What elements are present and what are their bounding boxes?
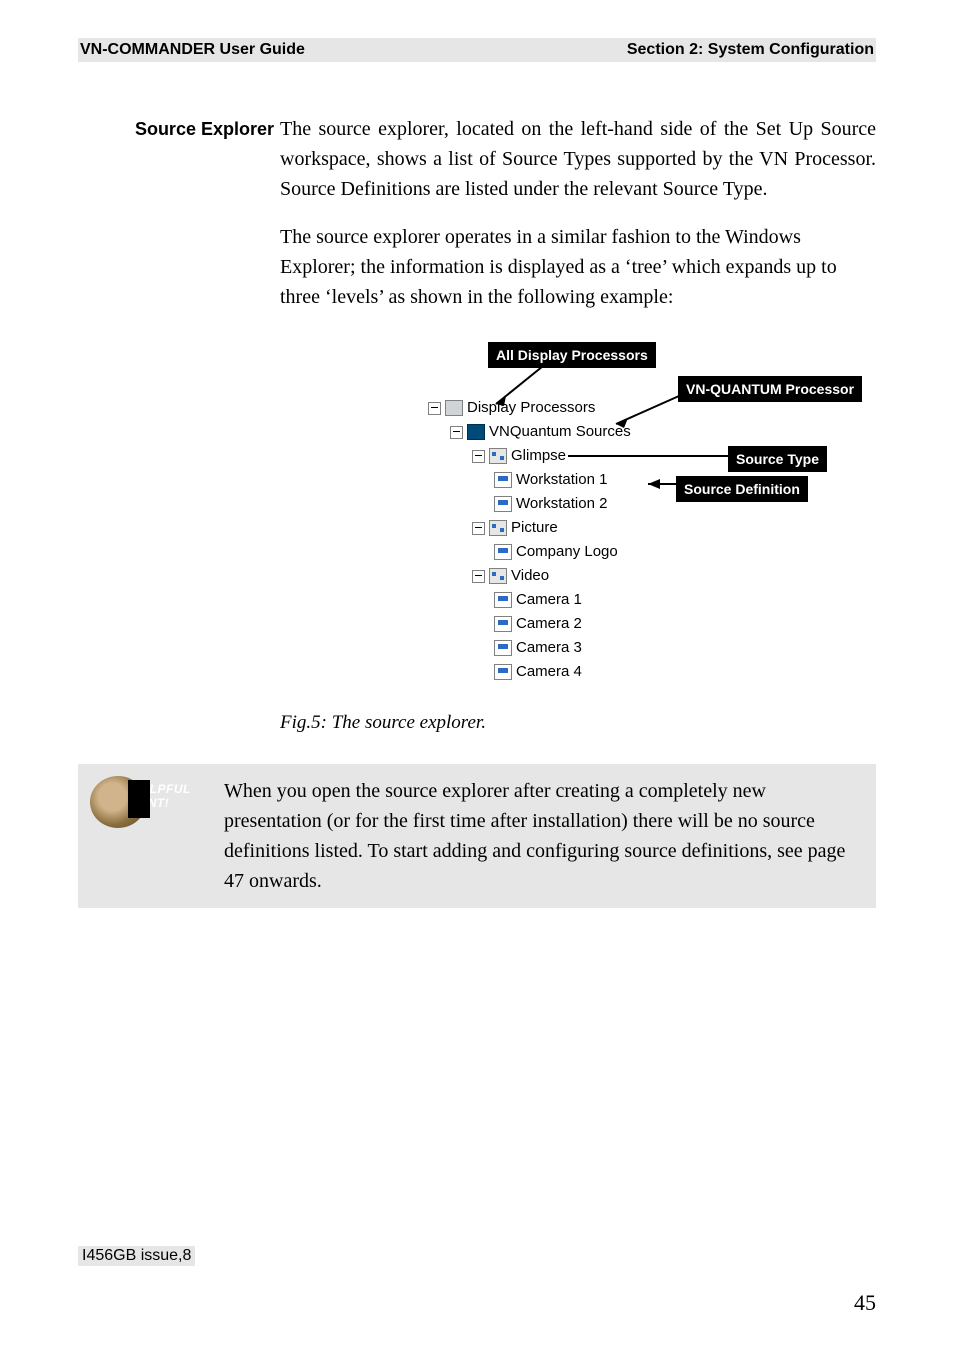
page: VN-COMMANDER User Guide Section 2: Syste… <box>0 0 954 1352</box>
source-def-icon <box>494 472 512 488</box>
hint-badge: HELPFUL HINT! <box>132 782 172 810</box>
tree-quantum: VNQuantum Sources <box>450 420 631 444</box>
source-explorer-figure: All Display Processors VN-QUANTUM Proces… <box>348 342 876 702</box>
source-def-icon <box>494 496 512 512</box>
source-def-icon <box>494 592 512 608</box>
tree-def: Camera 2 <box>494 612 631 636</box>
tree-type: Video <box>472 564 631 588</box>
hint-icon-wrap: HELPFUL HINT! <box>90 776 210 896</box>
body-area: Source Explorer The source explorer, loc… <box>78 100 876 908</box>
footer-issue: I456GB issue,8 <box>78 1246 195 1266</box>
tree-def-label: Camera 2 <box>516 613 582 635</box>
tree-def-label: Camera 3 <box>516 637 582 659</box>
para1-text: The source explorer, located on the left… <box>280 114 876 204</box>
tree-view: Display Processors VNQuantum Sources Gli… <box>428 396 631 684</box>
tree-type: Glimpse <box>472 444 631 468</box>
tree-def-label: Workstation 1 <box>516 469 607 491</box>
collapse-icon <box>428 402 441 415</box>
figure-caption: Fig.5: The source explorer. <box>280 712 876 734</box>
tree-def: Camera 1 <box>494 588 631 612</box>
tree-root-label: Display Processors <box>467 397 595 419</box>
header-right: Section 2: System Configuration <box>627 41 874 59</box>
tree-def: Workstation 2 <box>494 492 631 516</box>
tree-type-label: Picture <box>511 517 558 539</box>
collapse-icon <box>472 450 485 463</box>
source-type-icon <box>489 568 507 584</box>
margin-heading: Source Explorer <box>78 114 280 222</box>
tree-def: Camera 3 <box>494 636 631 660</box>
source-def-icon <box>494 616 512 632</box>
tree-def: Workstation 1 <box>494 468 631 492</box>
callout-all-display-processors: All Display Processors <box>488 342 656 368</box>
collapse-icon <box>450 426 463 439</box>
tree-def-label: Company Logo <box>516 541 618 563</box>
quantum-icon <box>467 424 485 440</box>
source-type-icon <box>489 448 507 464</box>
para2-text: The source explorer operates in a simila… <box>280 222 876 312</box>
tree-def: Camera 4 <box>494 660 631 684</box>
tree-def-label: Camera 1 <box>516 589 582 611</box>
hint-badge-line1: HELPFUL <box>132 782 191 796</box>
page-header: VN-COMMANDER User Guide Section 2: Syste… <box>78 38 876 62</box>
source-def-icon <box>494 544 512 560</box>
processor-icon <box>445 400 463 416</box>
dog-hint-icon: HELPFUL HINT! <box>90 776 146 828</box>
callout-vn-quantum-processor: VN-QUANTUM Processor <box>678 376 862 402</box>
page-number: 45 <box>854 1290 876 1316</box>
paragraph-2: The source explorer operates in a simila… <box>280 222 876 312</box>
hint-text: When you open the source explorer after … <box>224 776 858 896</box>
tree-def-label: Workstation 2 <box>516 493 607 515</box>
tree-quantum-label: VNQuantum Sources <box>489 421 631 443</box>
tree-type-label: Video <box>511 565 549 587</box>
source-def-icon <box>494 640 512 656</box>
collapse-icon <box>472 570 485 583</box>
tree-root: Display Processors <box>428 396 631 420</box>
tree-def-label: Camera 4 <box>516 661 582 683</box>
hint-badge-line2: HINT! <box>135 796 170 810</box>
header-left: VN-COMMANDER User Guide <box>80 41 305 59</box>
helpful-hint-box: HELPFUL HINT! When you open the source e… <box>78 764 876 908</box>
source-type-icon <box>489 520 507 536</box>
tree-type: Picture <box>472 516 631 540</box>
callout-source-type: Source Type <box>728 446 827 472</box>
section-intro: Source Explorer The source explorer, loc… <box>78 114 876 222</box>
paragraph-1: The source explorer, located on the left… <box>280 114 876 222</box>
tree-type-label: Glimpse <box>511 445 566 467</box>
collapse-icon <box>472 522 485 535</box>
tree-def: Company Logo <box>494 540 631 564</box>
source-def-icon <box>494 664 512 680</box>
callout-source-definition: Source Definition <box>676 476 808 502</box>
